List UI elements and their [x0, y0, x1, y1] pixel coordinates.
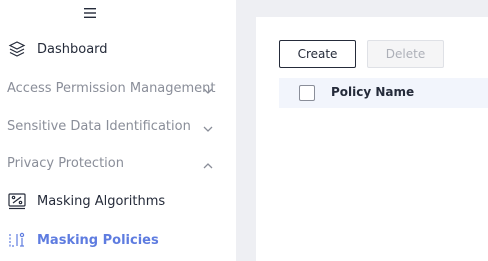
- sidebar-item-label: Masking Policies: [37, 232, 159, 248]
- sidebar-group-label: Access Permission Management: [7, 80, 216, 96]
- masking-algorithm-icon: [7, 191, 27, 211]
- sidebar-item-masking-algorithms[interactable]: Masking Algorithms: [0, 183, 236, 219]
- masking-policy-icon: [7, 230, 27, 250]
- sidebar-group-access-permission[interactable]: Access Permission Management: [0, 70, 236, 106]
- sidebar-group-sensitive-data[interactable]: Sensitive Data Identification: [0, 108, 236, 144]
- main-content: [236, 0, 488, 261]
- sidebar-item-dashboard[interactable]: Dashboard: [0, 31, 236, 67]
- sidebar: Dashboard Access Permission Management S…: [0, 0, 236, 261]
- hamburger-icon[interactable]: [82, 6, 98, 20]
- sidebar-item-masking-policies[interactable]: Masking Policies: [0, 222, 236, 258]
- chevron-down-icon: [202, 82, 214, 94]
- sidebar-item-label: Dashboard: [37, 41, 108, 57]
- layers-icon: [7, 39, 27, 59]
- sidebar-group-privacy-protection[interactable]: Privacy Protection: [0, 145, 236, 181]
- sidebar-group-label: Privacy Protection: [7, 155, 124, 171]
- create-button[interactable]: Create: [279, 40, 356, 68]
- table-header: Policy Name: [279, 78, 488, 108]
- select-all-checkbox[interactable]: [299, 85, 315, 101]
- chevron-up-icon: [202, 157, 214, 169]
- sidebar-item-label: Masking Algorithms: [37, 193, 166, 209]
- chevron-down-icon: [202, 120, 214, 132]
- sidebar-group-label: Sensitive Data Identification: [7, 118, 191, 134]
- column-header-policy-name[interactable]: Policy Name: [331, 85, 414, 99]
- delete-button[interactable]: Delete: [367, 40, 444, 68]
